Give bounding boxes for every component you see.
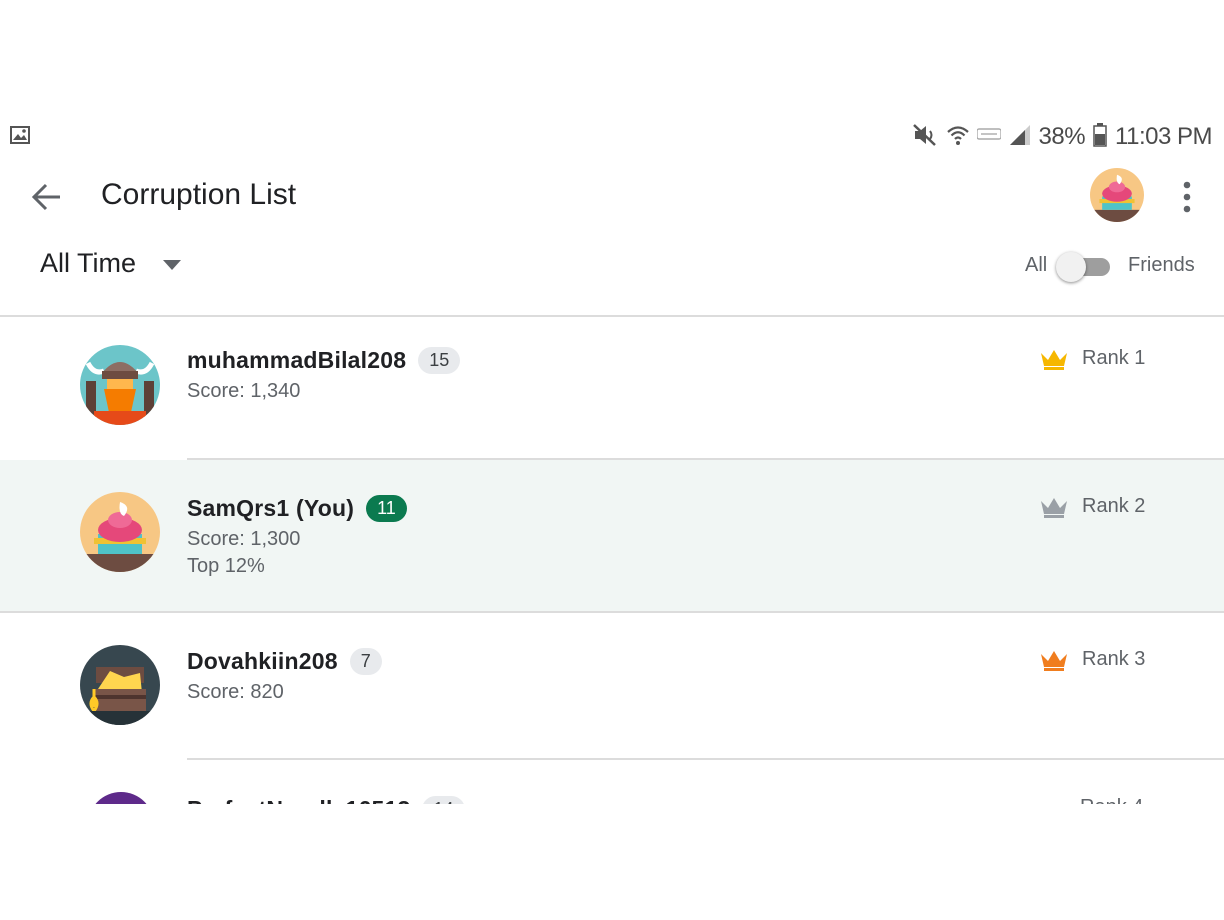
player-avatar	[88, 792, 154, 804]
player-avatar	[80, 492, 160, 572]
player-name: SamQrs1 (You)	[187, 495, 355, 521]
level-badge: 11	[366, 495, 407, 522]
player-name: Dovahkiin208	[187, 648, 338, 674]
battery-percent: 38%	[1038, 123, 1086, 150]
time-period-dropdown[interactable]: All Time	[40, 248, 136, 279]
lte-icon	[975, 127, 1002, 148]
leaderboard-row[interactable]: Dovahkiin208 7 Score: 820 Rank 3	[0, 613, 1224, 760]
rank-label: Rank 2	[1082, 495, 1146, 517]
more-vert-icon	[1183, 181, 1191, 213]
toggle-label-all: All	[1025, 254, 1048, 276]
rank-indicator: Rank 2	[1040, 495, 1145, 518]
back-button[interactable]	[30, 180, 64, 214]
player-percentile: Top 12%	[187, 555, 265, 577]
player-name-line: PerfectNoodle16513 14	[187, 796, 465, 804]
player-score: Score: 1,300	[187, 528, 301, 550]
player-avatar	[80, 345, 160, 425]
chevron-down-icon[interactable]	[162, 258, 182, 270]
battery-icon	[1093, 122, 1107, 152]
player-name: PerfectNoodle16513	[187, 796, 410, 804]
crown-silver-icon	[1041, 497, 1067, 518]
level-badge: 7	[349, 648, 382, 675]
account-avatar[interactable]	[1090, 168, 1144, 222]
player-score: Score: 820	[187, 681, 284, 703]
cupcake-avatar-icon	[1090, 168, 1144, 222]
arrow-left-icon	[31, 183, 60, 211]
level-badge: 15	[418, 347, 461, 374]
status-bar: 38% 11:03 PM	[912, 122, 1212, 152]
signal-icon	[1009, 124, 1031, 151]
rank-label: Rank 3	[1082, 648, 1146, 670]
page-title: Corruption List	[101, 178, 297, 211]
treasure-chest-avatar-icon	[80, 645, 160, 725]
player-name-line: muhammadBilal208 15	[187, 347, 461, 374]
player-avatar	[80, 645, 160, 725]
toggle-thumb	[1056, 252, 1086, 282]
level-badge: 14	[422, 796, 465, 804]
leaderboard-row-self[interactable]: SamQrs1 (You) 11 Score: 1,300 Top 12% Ra…	[0, 460, 1224, 611]
crown-bronze-icon	[1041, 650, 1067, 671]
friends-toggle[interactable]	[1056, 252, 1112, 282]
wifi-icon	[946, 124, 969, 151]
toggle-label-friends: Friends	[1128, 254, 1195, 276]
clock: 11:03 PM	[1115, 123, 1212, 150]
mute-icon	[912, 123, 939, 152]
player-name-line: Dovahkiin208 7	[187, 648, 382, 675]
viking-avatar-icon	[80, 345, 160, 425]
leaderboard-row-partial[interactable]: PerfectNoodle16513 14 Rank 4	[0, 792, 1224, 804]
rank-label: Rank 4	[1080, 796, 1143, 804]
crown-gold-icon	[1041, 349, 1067, 370]
rank-indicator: Rank 3	[1040, 648, 1145, 671]
rank-label: Rank 1	[1082, 347, 1146, 369]
player-name: muhammadBilal208	[187, 347, 407, 373]
row-divider	[187, 758, 1224, 760]
more-options-button[interactable]	[1178, 180, 1196, 214]
player-score: Score: 1,340	[187, 380, 301, 402]
rank-indicator: Rank 1	[1040, 347, 1145, 370]
image-icon	[10, 126, 30, 144]
player-name-line: SamQrs1 (You) 11	[187, 495, 407, 522]
leaderboard-row[interactable]: muhammadBilal208 15 Score: 1,340 Rank 1	[0, 317, 1224, 460]
cupcake-avatar-icon	[80, 492, 160, 572]
